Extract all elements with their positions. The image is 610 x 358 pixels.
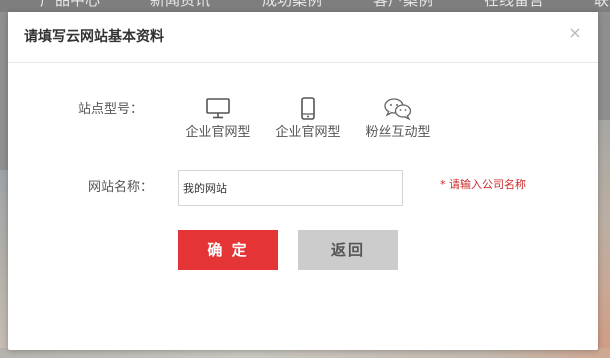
- back-button[interactable]: 返回: [298, 230, 398, 270]
- dialog-title: 请填写云网站基本资料: [24, 29, 164, 45]
- background-nav: 产品中心 新闻资讯 成功案例 客户案例 在线留言 联: [0, 0, 610, 12]
- site-name-label: 网站名称：: [88, 180, 154, 195]
- confirm-button[interactable]: 确 定: [178, 230, 278, 270]
- site-type-option-label: 企业官网型: [275, 125, 341, 140]
- page: 产品中心 新闻资讯 成功案例 客户案例 在线留言 联 请填写云网站基本资料 × …: [0, 0, 610, 358]
- site-name-input[interactable]: [178, 170, 403, 206]
- nav-item-products[interactable]: 产品中心: [40, 0, 100, 9]
- desktop-icon: [206, 98, 230, 119]
- dialog-header: 请填写云网站基本资料 ×: [8, 12, 598, 63]
- nav-item-contact[interactable]: 联: [594, 0, 609, 9]
- nav-item-success-cases[interactable]: 成功案例: [262, 0, 322, 9]
- nav-item-news[interactable]: 新闻资讯: [150, 0, 210, 9]
- mobile-phone-icon: [301, 97, 315, 120]
- wechat-icon: [384, 98, 412, 121]
- site-info-dialog: 请填写云网站基本资料 × 站点型号： 企业官网型 企业官网型 粉丝互动型 网站名…: [8, 12, 598, 350]
- close-icon[interactable]: ×: [568, 24, 582, 42]
- site-type-option-label: 粉丝互动型: [365, 125, 431, 140]
- nav-item-message[interactable]: 在线留言: [484, 0, 544, 9]
- site-type-option-desktop[interactable]: 企业官网型: [178, 97, 258, 141]
- site-type-label: 站点型号：: [78, 102, 144, 117]
- site-name-hint: * 请输入公司名称: [440, 178, 526, 191]
- site-type-option-label: 企业官网型: [185, 125, 251, 140]
- site-type-option-wechat[interactable]: 粉丝互动型: [358, 97, 438, 141]
- nav-item-customer-cases[interactable]: 客户案例: [373, 0, 433, 9]
- site-type-option-mobile[interactable]: 企业官网型: [268, 97, 348, 141]
